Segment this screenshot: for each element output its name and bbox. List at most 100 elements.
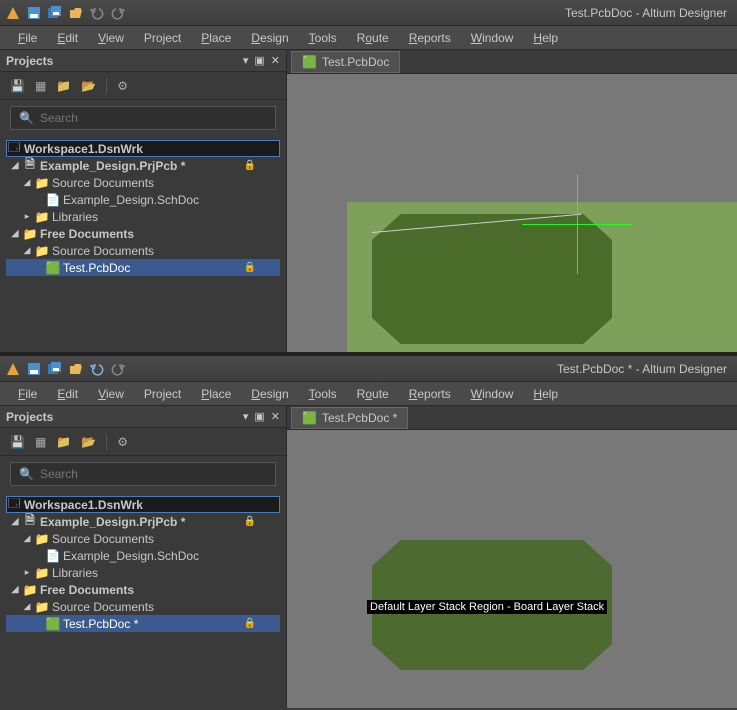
save-all-icon[interactable] (46, 4, 64, 22)
menu-reports[interactable]: Reports (399, 383, 461, 405)
collapse-icon[interactable]: ◢ (22, 601, 32, 612)
collapse-icon[interactable]: ◢ (10, 584, 20, 595)
project-tree: 🗔 Workspace1.DsnWrk ◢ 🗎 Example_Design.P… (0, 492, 286, 636)
menu-file[interactable]: File (8, 383, 47, 405)
tree-free-docs[interactable]: ◢ 📁 Free Documents (6, 581, 280, 598)
menubar: File Edit View Project Place Design Tool… (0, 26, 737, 50)
redo-icon[interactable] (109, 360, 127, 378)
search-input[interactable] (40, 111, 267, 125)
app-window-2: Test.PcbDoc * - Altium Designer File Edi… (0, 356, 737, 708)
document-tab[interactable]: 🟩 Test.PcbDoc (291, 51, 400, 73)
save-project-icon[interactable]: 💾 (10, 435, 25, 449)
folder-icon: 📁 (35, 532, 49, 546)
menu-edit[interactable]: Edit (47, 27, 88, 49)
tree-source-docs[interactable]: ◢ 📁 Source Documents (6, 530, 280, 547)
search-input[interactable] (40, 467, 267, 481)
redo-icon[interactable] (109, 4, 127, 22)
panel-menu-icon[interactable]: ▾ (243, 54, 249, 67)
tree-schdoc[interactable]: 📄 Example_Design.SchDoc (6, 547, 280, 564)
menu-view[interactable]: View (88, 383, 134, 405)
tree-free-docs[interactable]: ◢ 📁 Free Documents (6, 225, 280, 242)
collapse-icon[interactable]: ◢ (22, 533, 32, 544)
menu-tools[interactable]: Tools (299, 383, 347, 405)
document-tab[interactable]: 🟩 Test.PcbDoc * (291, 407, 408, 429)
menu-route[interactable]: Route (347, 27, 399, 49)
folder-icon[interactable]: 📁 (56, 435, 71, 449)
save-icon[interactable] (25, 360, 43, 378)
tree-workspace[interactable]: 🗔 Workspace1.DsnWrk (6, 140, 280, 157)
panel-close-icon[interactable]: ✕ (271, 410, 280, 423)
compile-icon[interactable]: ▦ (35, 79, 46, 93)
save-all-icon[interactable] (46, 360, 64, 378)
gear-icon[interactable]: ⚙ (117, 79, 128, 93)
save-project-icon[interactable]: 💾 (10, 79, 25, 93)
folder-icon: 📁 (23, 583, 37, 597)
pcbdoc-icon: 🟩 (46, 617, 60, 631)
compile-icon[interactable]: ▦ (35, 435, 46, 449)
pcb-canvas[interactable]: Default Layer Stack Region - Board Layer… (287, 430, 737, 708)
menu-design[interactable]: Design (241, 27, 298, 49)
collapse-icon[interactable]: ◢ (10, 516, 20, 527)
collapse-icon[interactable]: ◢ (22, 177, 32, 188)
menu-file[interactable]: File (8, 27, 47, 49)
tree-schdoc[interactable]: 📄 Example_Design.SchDoc (6, 191, 280, 208)
collapse-icon[interactable]: ◢ (22, 245, 32, 256)
menu-route[interactable]: Route (347, 383, 399, 405)
menu-help[interactable]: Help (523, 27, 568, 49)
tree-source-docs[interactable]: ◢ 📁 Source Documents (6, 174, 280, 191)
tree-libraries[interactable]: ▸ 📁 Libraries (6, 208, 280, 225)
tree-pcbdoc[interactable]: 🟩 Test.PcbDoc * 🔒 (6, 615, 280, 632)
tree-project[interactable]: ◢ 🗎 Example_Design.PrjPcb * 🔒 (6, 157, 280, 174)
undo-icon[interactable] (88, 360, 106, 378)
open-icon[interactable] (67, 360, 85, 378)
folder-open-icon[interactable]: 📂 (81, 79, 96, 93)
panel-pin-icon[interactable]: ▣ (254, 410, 264, 423)
tree-free-source[interactable]: ◢ 📁 Source Documents (6, 242, 280, 259)
menu-view[interactable]: View (88, 27, 134, 49)
menu-place[interactable]: Place (191, 27, 241, 49)
menu-window[interactable]: Window (461, 27, 524, 49)
menu-project[interactable]: Project (134, 27, 191, 49)
top-toolbar: Test.PcbDoc * - Altium Designer (0, 356, 737, 382)
pcb-canvas[interactable] (287, 74, 737, 352)
tree-libraries[interactable]: ▸ 📁 Libraries (6, 564, 280, 581)
panel-menu-icon[interactable]: ▾ (243, 410, 249, 423)
projects-panel: Projects ▾ ▣ ✕ 💾 ▦ 📁 📂 ⚙ 🔍 (0, 406, 287, 708)
search-box[interactable]: 🔍 (10, 106, 276, 130)
editor-area: 🟩 Test.PcbDoc (287, 50, 737, 352)
menu-place[interactable]: Place (191, 383, 241, 405)
menu-design[interactable]: Design (241, 383, 298, 405)
lock-icon: 🔒 (244, 618, 256, 629)
tree-pcbdoc[interactable]: 🟩 Test.PcbDoc 🔒 (6, 259, 280, 276)
folder-icon: 📁 (35, 244, 49, 258)
schdoc-icon: 📄 (46, 549, 60, 563)
search-box[interactable]: 🔍 (10, 462, 276, 486)
panel-toolbar: 💾 ▦ 📁 📂 ⚙ (0, 428, 286, 456)
save-icon[interactable] (25, 4, 43, 22)
menu-window[interactable]: Window (461, 383, 524, 405)
menu-help[interactable]: Help (523, 383, 568, 405)
folder-open-icon[interactable]: 📂 (81, 435, 96, 449)
panel-close-icon[interactable]: ✕ (271, 54, 280, 67)
project-icon: 🗎 (23, 515, 37, 529)
tree-workspace[interactable]: 🗔 Workspace1.DsnWrk (6, 496, 280, 513)
menu-reports[interactable]: Reports (399, 27, 461, 49)
collapse-icon[interactable]: ◢ (10, 228, 20, 239)
tree-free-source[interactable]: ◢ 📁 Source Documents (6, 598, 280, 615)
menu-project[interactable]: Project (134, 383, 191, 405)
folder-icon: 📁 (35, 210, 49, 224)
menu-edit[interactable]: Edit (47, 383, 88, 405)
expand-icon[interactable]: ▸ (22, 211, 32, 222)
editor-area: 🟩 Test.PcbDoc * Default Layer Stack Regi… (287, 406, 737, 708)
tree-project[interactable]: ◢ 🗎 Example_Design.PrjPcb * 🔒 (6, 513, 280, 530)
undo-icon[interactable] (88, 4, 106, 22)
menu-tools[interactable]: Tools (299, 27, 347, 49)
expand-icon[interactable]: ▸ (22, 567, 32, 578)
open-icon[interactable] (67, 4, 85, 22)
document-tabbar: 🟩 Test.PcbDoc (287, 50, 737, 74)
panel-pin-icon[interactable]: ▣ (254, 54, 264, 67)
gear-icon[interactable]: ⚙ (117, 435, 128, 449)
panel-title: Projects (6, 410, 53, 424)
collapse-icon[interactable]: ◢ (10, 160, 20, 171)
folder-icon[interactable]: 📁 (56, 79, 71, 93)
